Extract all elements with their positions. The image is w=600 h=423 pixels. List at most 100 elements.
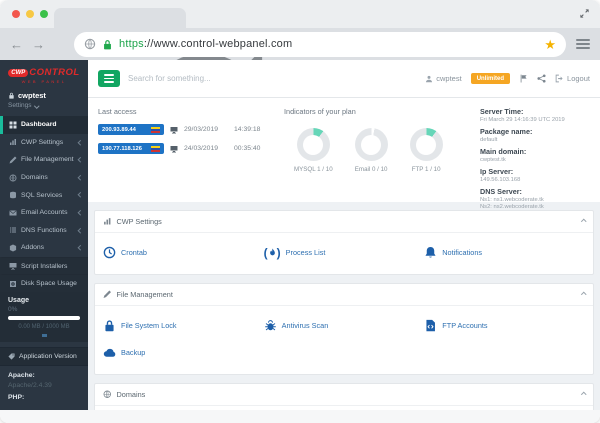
- back-icon[interactable]: ←: [10, 38, 23, 51]
- user-lock-icon: [8, 92, 15, 99]
- usage-progress-bar: [8, 316, 80, 320]
- access-date: 29/03/2019: [184, 126, 228, 133]
- usage-detail: 0.00 MB / 1000 MB: [8, 324, 80, 330]
- address-bar[interactable]: https://www.control-webpanel.com ★: [74, 32, 566, 57]
- globe-icon: [9, 174, 17, 182]
- access-date: 24/03/2019: [184, 145, 228, 152]
- cwp-logo: CWP CONTROL WEB PANEL: [0, 60, 88, 86]
- logout-icon: [555, 74, 564, 83]
- link-antivirus-scan[interactable]: Antivirus Scan: [264, 319, 425, 332]
- scroll-indicator: [42, 334, 47, 337]
- php-label: PHP:: [8, 394, 80, 401]
- close-window-button[interactable]: [12, 10, 20, 18]
- device-icon: [170, 145, 178, 153]
- access-time: 00:35:40: [234, 145, 260, 152]
- share-icon[interactable]: [537, 74, 546, 83]
- sidebar-username: cwptest: [8, 91, 80, 100]
- browser-toolbar: ← → https://www.control-webpanel.com ★: [0, 28, 600, 60]
- email-donut: Email 0 / 10: [355, 128, 388, 173]
- donut-chart: [410, 128, 443, 161]
- minimize-window-button[interactable]: [26, 10, 34, 18]
- chart-icon: [103, 217, 112, 226]
- disk-usage-widget: Usage 0% 0.00 MB / 1000 MB: [0, 292, 88, 342]
- device-icon: [170, 126, 178, 134]
- file-edit-icon: [9, 156, 17, 164]
- site-globe-icon: [84, 38, 96, 50]
- donut-chart: [297, 128, 330, 161]
- settings-chart-icon: [9, 138, 17, 146]
- ip-badge: 200.93.89.44: [98, 124, 164, 135]
- domain-value: cwptest.tk: [480, 157, 590, 163]
- access-time: 14:39:18: [234, 126, 260, 133]
- zoom-window-button[interactable]: [40, 10, 48, 18]
- link-file-system-lock[interactable]: File System Lock: [103, 319, 264, 332]
- ip-server-label: Ip Server:: [480, 167, 590, 176]
- link-notifications[interactable]: Notifications: [424, 246, 585, 259]
- panel-header[interactable]: Domains: [95, 384, 593, 406]
- bell-icon: [424, 246, 437, 259]
- dashboard-icon: [9, 121, 17, 129]
- server-versions: Apache: Apache/2.4.39 PHP:: [0, 366, 88, 407]
- usage-title: Usage: [8, 297, 80, 304]
- dashboard-content: Last access 200.93.89.44 29/03/2019 14:3…: [88, 98, 600, 410]
- cloud-icon: [103, 346, 116, 359]
- forward-icon[interactable]: →: [32, 38, 45, 51]
- country-flag-icon: [151, 127, 160, 133]
- sidebar-item-dns-functions[interactable]: DNS Functions: [0, 222, 88, 240]
- sidebar-item-script-installers[interactable]: Script Installers: [0, 257, 88, 275]
- flag-icon[interactable]: [519, 74, 528, 83]
- sidebar-item-cwp-settings[interactable]: CWP Settings: [0, 134, 88, 152]
- panel-header[interactable]: CWP Settings: [95, 211, 593, 233]
- sidebar-settings-toggle[interactable]: Settings: [8, 102, 80, 109]
- last-access-title: Last access: [98, 107, 280, 116]
- last-access-row: 190.77.118.126 24/03/2019 00:35:40: [98, 143, 280, 154]
- sidebar-item-addons[interactable]: Addons: [0, 239, 88, 257]
- ssl-lock-icon: [102, 39, 113, 50]
- file-code-icon: [424, 319, 437, 332]
- topbar-user[interactable]: cwptest: [425, 74, 461, 83]
- search-input[interactable]: [128, 74, 417, 83]
- panel-header[interactable]: File Management: [95, 284, 593, 306]
- collapse-icon[interactable]: [581, 219, 586, 224]
- sidebar-item-disk-space-usage[interactable]: Disk Space Usage: [0, 274, 88, 292]
- sidebar-item-email-accounts[interactable]: Email Accounts: [0, 204, 88, 222]
- logout-button[interactable]: Logout: [555, 74, 590, 83]
- sidebar-item-dashboard[interactable]: Dashboard: [0, 116, 88, 134]
- fullscreen-icon[interactable]: [579, 8, 590, 19]
- envelope-icon: [9, 209, 17, 217]
- monitor-icon: [9, 262, 17, 270]
- panel-cwp-settings: CWP Settings Crontab () Process List: [94, 210, 594, 275]
- package-value: default: [480, 137, 590, 143]
- ftp-donut: FTP 1 / 10: [410, 128, 443, 173]
- sidebar-item-sql-services[interactable]: SQL Services: [0, 186, 88, 204]
- link-ftp-accounts[interactable]: FTP Accounts: [424, 319, 585, 332]
- application-version-header[interactable]: Application Version: [0, 347, 88, 366]
- package-badge: Unlimited: [471, 73, 510, 84]
- sidebar-item-file-management[interactable]: File Management: [0, 151, 88, 169]
- collapse-icon[interactable]: [581, 292, 586, 297]
- panel-file-management: File Management File System Lock Antivir…: [94, 283, 594, 375]
- link-crontab[interactable]: Crontab: [103, 246, 264, 259]
- cube-icon: [9, 244, 17, 252]
- last-access-section: Last access 200.93.89.44 29/03/2019 14:3…: [98, 107, 280, 194]
- sidebar-toggle-button[interactable]: [98, 70, 120, 87]
- dashboard-summary: Last access 200.93.89.44 29/03/2019 14:3…: [88, 98, 600, 202]
- collapse-icon[interactable]: [581, 392, 586, 397]
- browser-menu-icon[interactable]: [576, 39, 590, 49]
- link-backup[interactable]: Backup: [103, 346, 264, 359]
- browser-window: ← → https://www.control-webpanel.com ★ C…: [0, 0, 600, 423]
- crontab-clock-icon: [103, 246, 116, 259]
- browser-tab[interactable]: [54, 8, 186, 28]
- server-time-value: Fri March 29 14:16:39 UTC 2019: [480, 117, 590, 123]
- bookmark-star-icon[interactable]: ★: [544, 38, 556, 51]
- package-label: Package name:: [480, 127, 590, 136]
- dns-value-2: Ns2: ns2.webcoderate.tk: [480, 204, 590, 210]
- refresh-icon[interactable]: [54, 38, 66, 50]
- list-icon: [9, 226, 17, 234]
- plan-indicators-section: Indicators of your plan MYSQL 1 / 10 Ema…: [280, 107, 480, 194]
- country-flag-icon: [151, 146, 160, 152]
- sidebar-item-domains[interactable]: Domains: [0, 169, 88, 187]
- browser-titlebar: [0, 0, 600, 28]
- link-process-list[interactable]: () Process List: [264, 246, 425, 259]
- last-access-row: 200.93.89.44 29/03/2019 14:39:18: [98, 124, 280, 135]
